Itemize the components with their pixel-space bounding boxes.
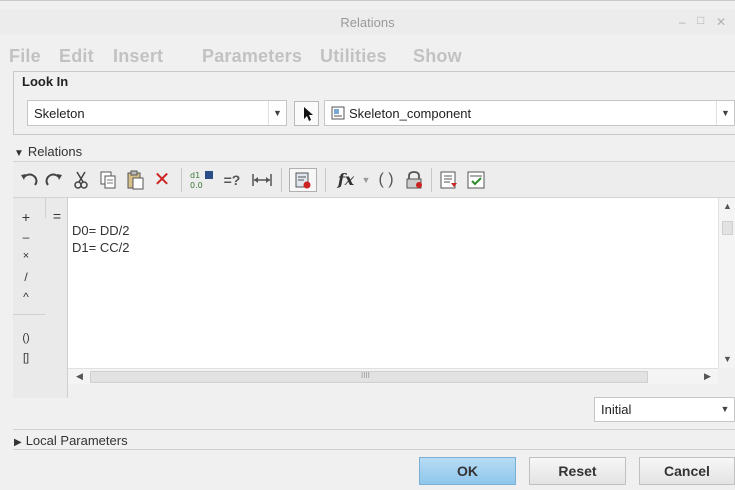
- undo-icon[interactable]: [18, 168, 40, 192]
- menu-edit[interactable]: Edit: [59, 46, 94, 67]
- section-divider: [13, 429, 735, 430]
- operator-power[interactable]: ^: [19, 290, 33, 304]
- operator-times[interactable]: ×: [19, 250, 33, 262]
- menu-insert[interactable]: Insert: [113, 46, 163, 67]
- operator-plus[interactable]: +: [19, 209, 33, 225]
- component-icon: [331, 106, 345, 120]
- relations-dialog: Relations – □ ✕ File Edit Insert Paramet…: [0, 0, 735, 490]
- menu-bar: File Edit Insert Parameters Utilities Sh…: [0, 41, 735, 71]
- pointer-icon: [304, 107, 313, 121]
- scroll-down-icon[interactable]: ▼: [723, 354, 732, 364]
- svg-text:0.0: 0.0: [190, 181, 203, 190]
- verify-icon[interactable]: [437, 168, 461, 192]
- expand-triangle-icon: ▶: [14, 437, 22, 448]
- delete-icon[interactable]: ✕: [151, 168, 173, 192]
- copy-icon[interactable]: [97, 168, 119, 192]
- cut-icon[interactable]: [70, 168, 92, 192]
- evaluate-icon[interactable]: =?: [219, 168, 245, 192]
- sort-order-value: Initial: [601, 402, 632, 417]
- scroll-right-icon[interactable]: ▶: [704, 371, 711, 382]
- sort-relations-icon[interactable]: d1 0.0: [188, 168, 216, 192]
- look-in-type-value: Skeleton: [34, 106, 85, 121]
- menu-file[interactable]: File: [9, 46, 41, 67]
- operator-divider: [13, 314, 45, 315]
- parameters-icon[interactable]: ( ): [375, 168, 397, 192]
- toolbar-separator: [431, 168, 432, 192]
- operator-parentheses[interactable]: (): [19, 332, 33, 344]
- function-icon[interactable]: fx: [333, 168, 359, 192]
- menu-utilities[interactable]: Utilities: [320, 46, 387, 67]
- show-dimensions-icon[interactable]: [289, 168, 317, 192]
- relation-line[interactable]: D0= DD/2: [72, 223, 129, 238]
- menu-parameters[interactable]: Parameters: [202, 46, 302, 67]
- section-divider: [13, 449, 735, 450]
- look-in-type-select[interactable]: Skeleton ▼: [27, 100, 287, 126]
- maximize-icon[interactable]: □: [697, 13, 704, 27]
- relations-toolbar: ✕ d1 0.0 =? fx ▼ ( ): [13, 161, 735, 198]
- chevron-down-icon[interactable]: ▼: [716, 398, 734, 421]
- look-in-legend: Look In: [20, 74, 71, 89]
- cancel-button[interactable]: Cancel: [639, 457, 735, 485]
- operator-minus[interactable]: –: [19, 230, 33, 244]
- horizontal-scroll-thumb[interactable]: IIII: [90, 371, 648, 383]
- close-icon[interactable]: ✕: [716, 15, 726, 29]
- chevron-down-icon[interactable]: ▼: [268, 101, 286, 125]
- redo-icon[interactable]: [43, 168, 65, 192]
- chevron-down-icon[interactable]: ▼: [360, 168, 372, 192]
- local-parameters-header[interactable]: ▶ Local Parameters: [14, 433, 128, 448]
- scroll-grip: IIII: [361, 371, 370, 380]
- operator-brackets[interactable]: []: [19, 352, 33, 364]
- vertical-scroll-thumb[interactable]: [722, 221, 733, 235]
- horizontal-scrollbar[interactable]: ◀ IIII ▶: [68, 368, 718, 384]
- relations-section-header[interactable]: ▼ Relations: [14, 144, 82, 159]
- reset-button[interactable]: Reset: [529, 457, 626, 485]
- lock-icon[interactable]: [402, 168, 426, 192]
- insert-dimension-icon[interactable]: [249, 168, 275, 192]
- relation-line[interactable]: D1= CC/2: [72, 240, 129, 255]
- window-title: Relations: [340, 15, 395, 30]
- scroll-up-icon[interactable]: ▲: [723, 201, 732, 211]
- operator-divide[interactable]: /: [19, 270, 33, 284]
- local-parameters-label: Local Parameters: [25, 433, 128, 448]
- scroll-left-icon[interactable]: ◀: [76, 371, 83, 382]
- minimize-icon[interactable]: –: [679, 15, 686, 29]
- ok-button[interactable]: OK: [419, 457, 516, 485]
- look-in-component-select[interactable]: Skeleton_component ▼: [324, 100, 735, 126]
- sort-order-select[interactable]: Initial ▼: [594, 397, 735, 422]
- relations-section-label: Relations: [27, 144, 83, 159]
- chevron-down-icon[interactable]: ▼: [716, 101, 734, 125]
- collapse-triangle-icon: ▼: [14, 148, 24, 159]
- toolbar-separator: [325, 168, 326, 192]
- look-in-component-value: Skeleton_component: [349, 106, 472, 121]
- toolbar-separator: [281, 168, 282, 192]
- menu-show[interactable]: Show: [413, 46, 462, 67]
- select-pointer-button[interactable]: [294, 101, 319, 126]
- check-icon[interactable]: [464, 168, 488, 192]
- operator-equals[interactable]: =: [50, 208, 64, 224]
- title-bar: Relations – □ ✕: [0, 9, 735, 35]
- svg-text:d1: d1: [190, 171, 200, 180]
- paste-icon[interactable]: [124, 168, 146, 192]
- toolbar-separator: [181, 168, 182, 192]
- relations-editor[interactable]: D0= DD/2 D1= CC/2: [68, 198, 718, 368]
- operator-divider: [45, 198, 46, 218]
- vertical-scrollbar[interactable]: ▲ ▼: [718, 198, 735, 368]
